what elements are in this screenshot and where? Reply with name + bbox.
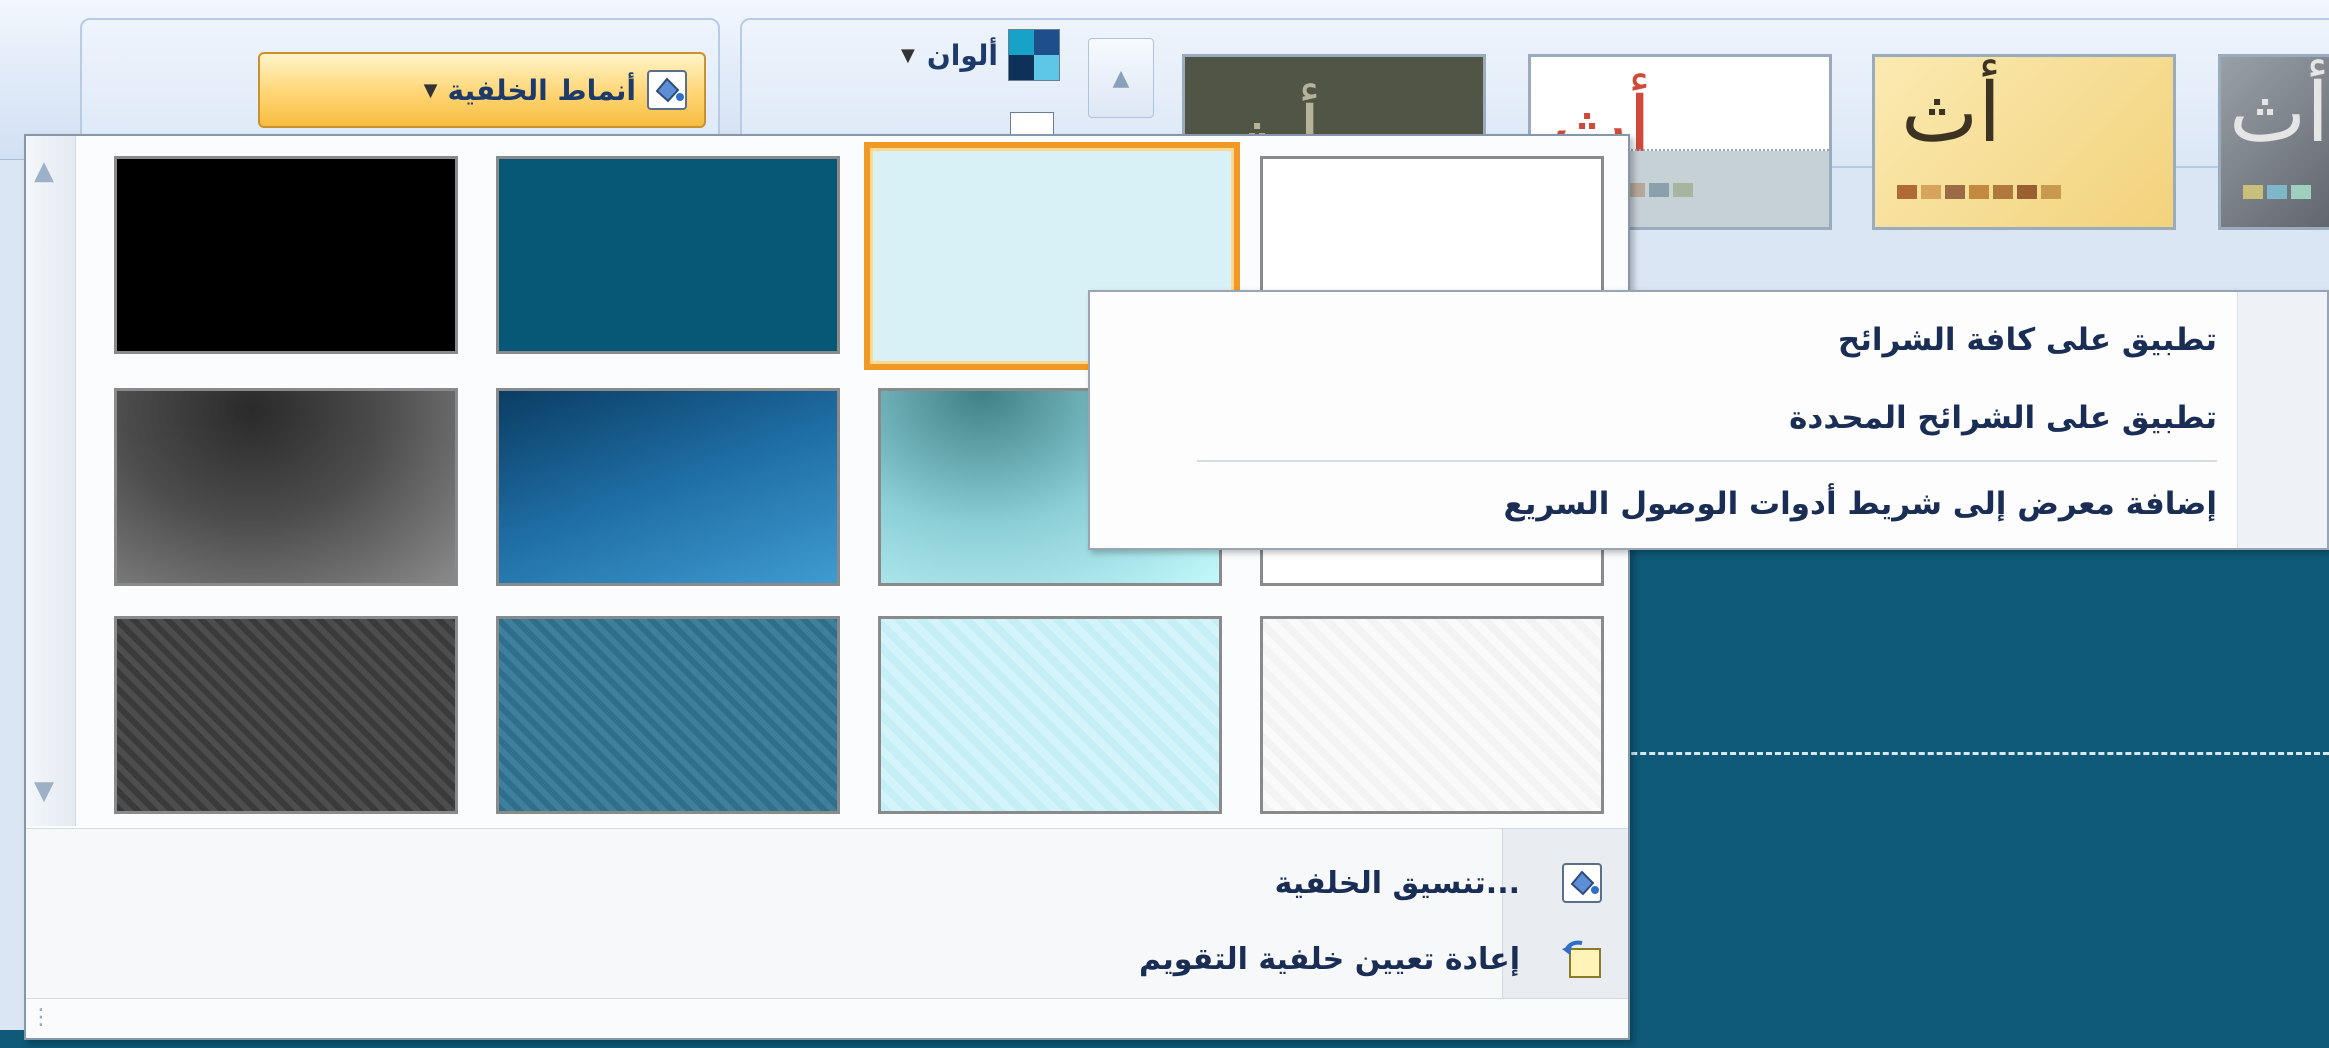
background-styles-label: أنماط الخلفية (447, 73, 636, 107)
gallery-status-bar: ⋮ (26, 998, 1628, 1038)
background-style-white-texture[interactable] (1260, 616, 1604, 814)
reset-background-item[interactable]: إعادة تعيين خلفية التقويم (528, 927, 1628, 991)
triangle-up-icon: ▲ (1112, 65, 1130, 91)
background-style-teal-texture[interactable] (496, 616, 840, 814)
theme-thumbnail[interactable]: أث (2218, 54, 2329, 230)
triangle-up-icon[interactable]: ▲ (34, 156, 54, 186)
reset-background-label: إعادة تعيين خلفية التقويم (1138, 941, 1520, 977)
gallery-scrollbar[interactable]: ▲ ▼ (26, 136, 76, 826)
background-style-teal[interactable] (496, 156, 840, 354)
theme-thumbnail[interactable]: أث (1872, 54, 2176, 230)
reset-slide-icon (1562, 940, 1601, 978)
paint-bucket-icon (1562, 863, 1602, 903)
theme-colors-button[interactable]: ألوان ▼ (820, 29, 1060, 81)
apply-to-all-slides-label: تطبيق على كافة الشرائح (1837, 322, 2217, 358)
background-style-cyan-texture[interactable] (878, 616, 1222, 814)
chevron-down-icon: ▼ (423, 79, 438, 101)
background-style-gray-gradient[interactable] (114, 388, 458, 586)
themes-scroll-up-button[interactable]: ▲ (1088, 38, 1154, 118)
apply-to-all-slides-item[interactable]: تطبيق على كافة الشرائح (1838, 310, 2217, 370)
theme-letters: أث (1901, 66, 2001, 161)
background-style-black[interactable] (114, 156, 458, 354)
color-palette-icon (1008, 29, 1060, 81)
background-style-dark-texture[interactable] (114, 616, 458, 814)
apply-to-selected-slides-label: تطبيق على الشرائح المحددة (1789, 400, 2217, 436)
background-style-context-menu: تطبيق على كافة الشرائح تطبيق على الشرائح… (1088, 290, 2329, 550)
theme-letters: أث (2229, 66, 2329, 161)
paint-bucket-icon (647, 70, 687, 110)
triangle-down-icon[interactable]: ▼ (34, 776, 54, 806)
apply-to-selected-slides-item[interactable]: تطبيق على الشرائح المحددة (1789, 388, 2217, 448)
background-styles-gallery: ▲ ▼ تنسيق الخلفية... إعادة تعيين خلفية ا… (24, 134, 1630, 1040)
resize-grip-icon[interactable]: ⋮ (30, 1005, 52, 1030)
add-gallery-to-quick-access-label: إضافة معرض إلى شريط أدوات الوصول السريع (1503, 486, 2217, 522)
format-background-label: تنسيق الخلفية... (1274, 865, 1520, 901)
menu-separator (1197, 460, 2217, 462)
background-style-blue-gradient[interactable] (496, 388, 840, 586)
background-styles-button[interactable]: أنماط الخلفية ▼ (258, 52, 706, 128)
format-background-item[interactable]: تنسيق الخلفية... (528, 851, 1628, 915)
add-gallery-to-quick-access-item[interactable]: إضافة معرض إلى شريط أدوات الوصول السريع (1504, 474, 2217, 534)
colors-label: ألوان (926, 38, 998, 72)
chevron-down-icon: ▼ (900, 44, 915, 66)
context-menu-icon-strip (2237, 292, 2327, 548)
